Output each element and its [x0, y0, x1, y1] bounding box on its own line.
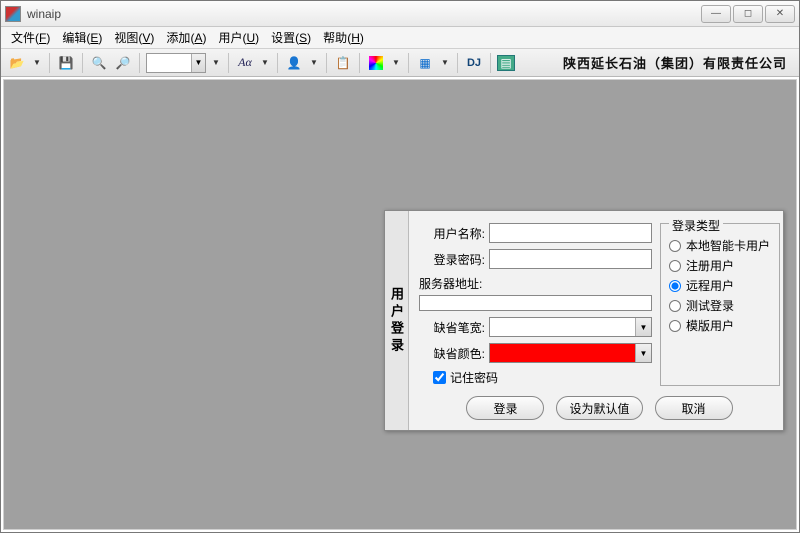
- toolbar-combo[interactable]: ▼: [146, 53, 206, 73]
- remember-checkbox[interactable]: [433, 371, 446, 384]
- minimize-button[interactable]: —: [701, 5, 731, 23]
- workspace: 用户登录 用户名称: 登录密码: 服务器地址:: [3, 79, 797, 530]
- binoculars-icon[interactable]: 🔍: [89, 53, 109, 73]
- set-default-button[interactable]: 设为默认值: [556, 396, 642, 420]
- stamp-icon[interactable]: 📋: [333, 53, 353, 73]
- radio-remote[interactable]: [669, 280, 681, 292]
- tool-extra-icon[interactable]: ▤: [497, 55, 515, 71]
- app-window: winaip — ◻ ✕ 文件(F) 编辑(E) 视图(V) 添加(A) 用户(…: [0, 0, 800, 533]
- penwidth-label: 缺省笔宽:: [419, 319, 489, 336]
- password-input[interactable]: [489, 249, 652, 269]
- dialog-title: 用户登录: [385, 211, 409, 430]
- remember-label: 记住密码: [450, 369, 498, 386]
- color-combo[interactable]: ▼: [489, 343, 652, 363]
- font-icon[interactable]: Aα: [235, 53, 255, 73]
- username-input[interactable]: [489, 223, 652, 243]
- menu-view[interactable]: 视图(V): [108, 27, 160, 48]
- titlebar: winaip — ◻ ✕: [1, 1, 799, 27]
- penwidth-combo[interactable]: ▼: [489, 317, 652, 337]
- open-dropdown[interactable]: ▼: [31, 58, 43, 67]
- layout-icon[interactable]: ▦: [415, 53, 435, 73]
- menu-settings[interactable]: 设置(S): [265, 27, 317, 48]
- radio-template[interactable]: [669, 320, 681, 332]
- login-dialog: 用户登录 用户名称: 登录密码: 服务器地址:: [384, 210, 784, 431]
- username-label: 用户名称:: [419, 225, 489, 242]
- login-type-legend: 登录类型: [669, 217, 723, 234]
- cancel-button[interactable]: 取消: [655, 396, 733, 420]
- window-title: winaip: [27, 7, 701, 21]
- toolbar: 📂 ▼ 💾 🔍 🔎 ▼ ▼ Aα ▼ 👤 ▼ 📋 ▼ ▦ ▼ DJ ▤ 陕西延长…: [1, 49, 799, 77]
- maximize-button[interactable]: ◻: [733, 5, 763, 23]
- login-type-group: 登录类型 本地智能卡用户 注册用户 远程用户 测试登录 模版用户: [660, 223, 780, 386]
- radio-registered[interactable]: [669, 260, 681, 272]
- menubar: 文件(F) 编辑(E) 视图(V) 添加(A) 用户(U) 设置(S) 帮助(H…: [1, 27, 799, 49]
- combo-dropdown[interactable]: ▼: [210, 58, 222, 67]
- close-button[interactable]: ✕: [765, 5, 795, 23]
- color-label: 缺省颜色:: [419, 345, 489, 362]
- dj-icon[interactable]: DJ: [464, 53, 484, 73]
- password-label: 登录密码:: [419, 251, 489, 268]
- server-label: 服务器地址:: [419, 275, 486, 292]
- menu-file[interactable]: 文件(F): [5, 27, 56, 48]
- user-icon[interactable]: 👤: [284, 53, 304, 73]
- user-dropdown[interactable]: ▼: [308, 58, 320, 67]
- color-picker-icon[interactable]: [366, 53, 386, 73]
- color-dropdown[interactable]: ▼: [390, 58, 402, 67]
- company-name: 陕西延长石油（集团）有限责任公司: [563, 53, 793, 72]
- save-icon[interactable]: 💾: [56, 53, 76, 73]
- layout-dropdown[interactable]: ▼: [439, 58, 451, 67]
- menu-user[interactable]: 用户(U): [212, 27, 265, 48]
- menu-add[interactable]: 添加(A): [160, 27, 212, 48]
- app-icon: [5, 6, 21, 22]
- login-button[interactable]: 登录: [466, 396, 544, 420]
- radio-smartcard[interactable]: [669, 240, 681, 252]
- radio-test[interactable]: [669, 300, 681, 312]
- open-icon[interactable]: 📂: [7, 53, 27, 73]
- find-icon[interactable]: 🔎: [113, 53, 133, 73]
- server-input[interactable]: [419, 295, 652, 311]
- menu-edit[interactable]: 编辑(E): [56, 27, 108, 48]
- menu-help[interactable]: 帮助(H): [317, 27, 370, 48]
- font-dropdown[interactable]: ▼: [259, 58, 271, 67]
